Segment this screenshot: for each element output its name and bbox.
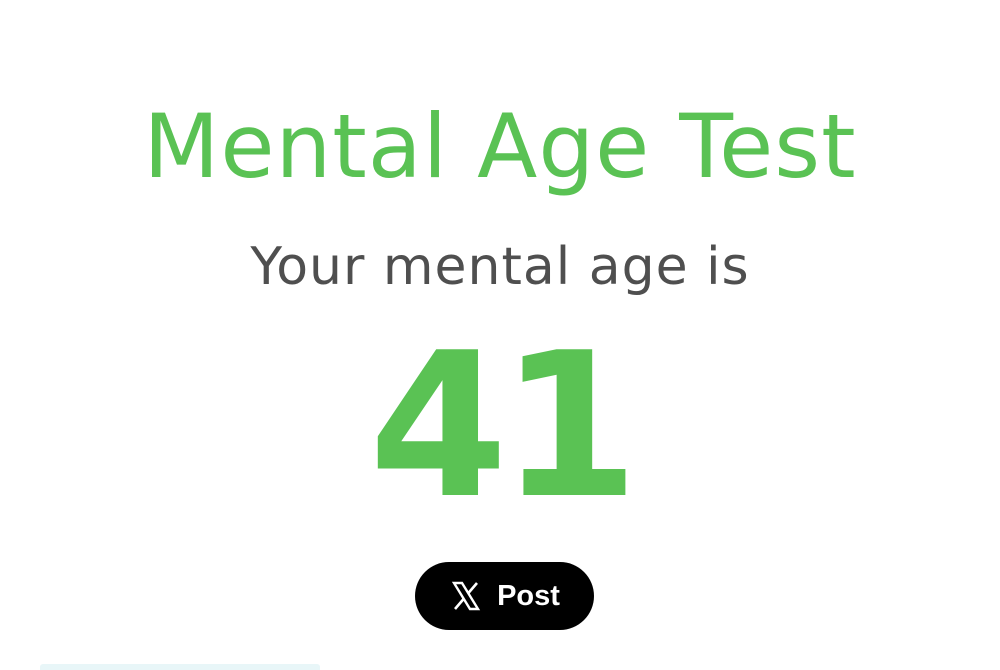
result-subtitle: Your mental age is — [250, 237, 750, 297]
result-page: Mental Age Test Your mental age is 41 Po… — [0, 0, 1000, 670]
bottom-edge-strip — [40, 664, 320, 670]
page-title: Mental Age Test — [143, 95, 857, 198]
x-logo-icon — [449, 579, 483, 613]
mental-age-value: 41 — [368, 310, 639, 543]
post-button-label: Post — [497, 580, 560, 612]
post-share-button[interactable]: Post — [415, 562, 594, 630]
